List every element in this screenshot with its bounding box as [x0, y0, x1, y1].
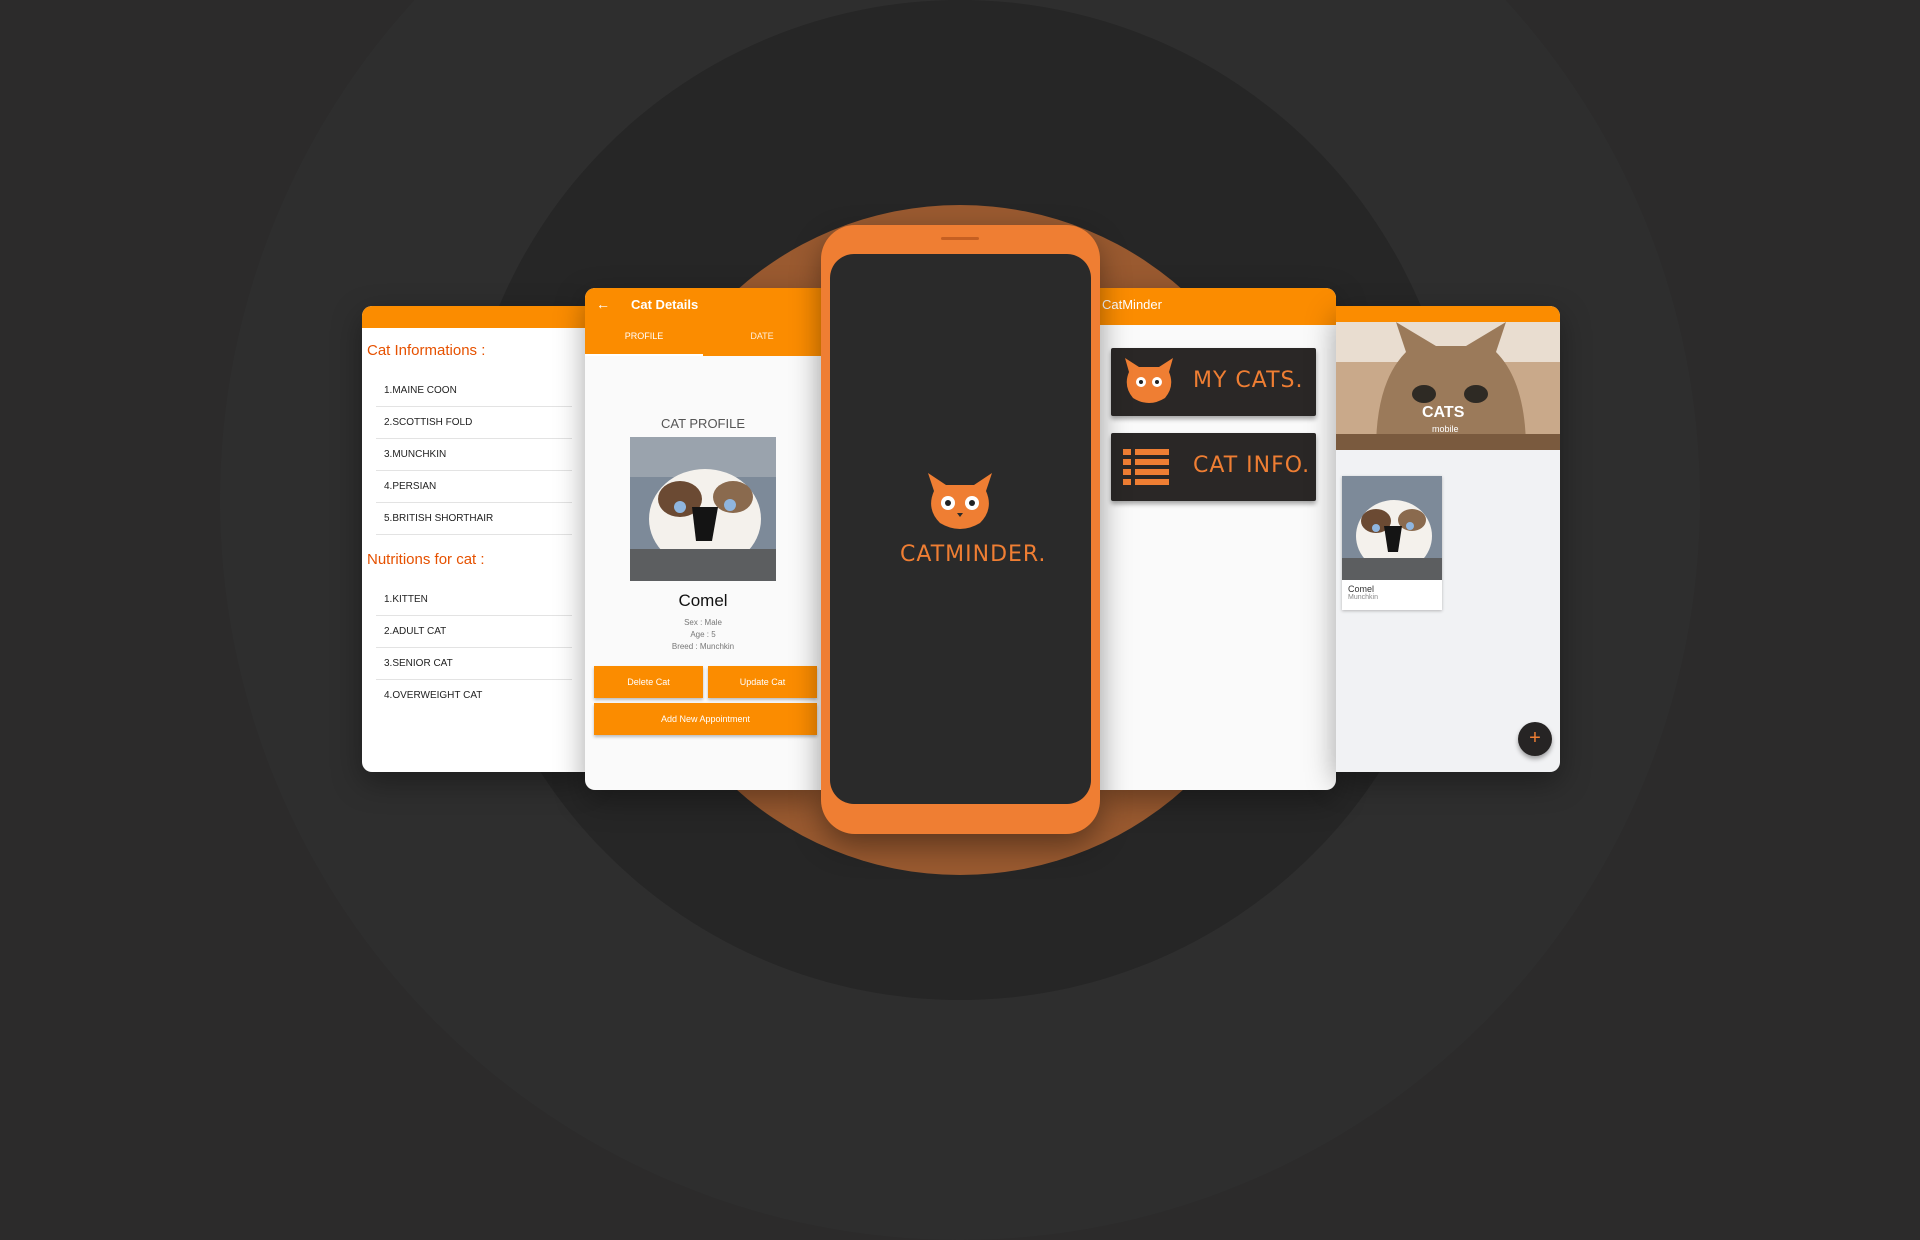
- logo-text: CATMINDER.: [900, 542, 1047, 567]
- delete-cat-button[interactable]: Delete Cat: [594, 666, 703, 698]
- cat-logo-icon: [920, 471, 1000, 538]
- update-cat-button[interactable]: Update Cat: [708, 666, 817, 698]
- cat-info-button[interactable]: CAT INFO.: [1111, 433, 1316, 501]
- status-bar: [1336, 306, 1560, 322]
- tab-profile[interactable]: PROFILE: [585, 320, 703, 356]
- breeds-list: 1.MAINE COON 2.SCOTTISH FOLD 3.MUNCHKIN …: [376, 375, 572, 535]
- phone-mockup: CATMINDER.: [821, 225, 1100, 834]
- my-cats-label: MY CATS.: [1193, 368, 1304, 393]
- splash-screen: CATMINDER.: [830, 254, 1091, 804]
- list-item[interactable]: 4.PERSIAN: [376, 471, 572, 503]
- list-item[interactable]: 2.SCOTTISH FOLD: [376, 407, 572, 439]
- tab-date[interactable]: DATE: [703, 320, 821, 356]
- list-item[interactable]: 1.KITTEN: [376, 584, 572, 616]
- status-bar: [362, 306, 586, 328]
- arrow-back-icon[interactable]: ←: [589, 296, 617, 312]
- cat-name: Comel: [678, 591, 728, 610]
- app-bar: ← Cat Details PROFILE DATE: [585, 288, 821, 356]
- menu-screen: CatMinder MY CATS. CAT INFO.: [1100, 288, 1336, 790]
- cat-info-screen: Cat Informations : 1.MAINE COON 2.SCOTTI…: [362, 306, 586, 772]
- app-logo: CATMINDER.: [900, 471, 1047, 567]
- list-item[interactable]: 3.MUNCHKIN: [376, 439, 572, 471]
- list-item[interactable]: 3.SENIOR CAT: [376, 648, 572, 680]
- list-item[interactable]: 2.ADULT CAT: [376, 616, 572, 648]
- cat-info-label: CAT INFO.: [1193, 453, 1311, 478]
- cat-head-icon: [1121, 356, 1177, 413]
- profile-title: CAT PROFILE: [660, 416, 746, 431]
- cat-breed: Breed : Munchkin: [671, 642, 735, 651]
- list-icon: [1123, 447, 1169, 492]
- cat-details-screen: ← Cat Details PROFILE DATE CAT PROFILE C…: [585, 288, 821, 790]
- list-item[interactable]: 1.MAINE COON: [376, 375, 572, 407]
- card-cat-breed: Munchkin: [1348, 594, 1378, 601]
- cat-sex: Sex : Male: [684, 618, 722, 627]
- nutrition-heading: Nutritions for cat :: [367, 551, 485, 568]
- nutrition-list: 1.KITTEN 2.ADULT CAT 3.SENIOR CAT 4.OVER…: [376, 584, 572, 711]
- page-title: Cat Details: [631, 296, 699, 312]
- cat-thumbnail: [1342, 476, 1442, 580]
- cat-meta: Sex : Male Age : 5 Breed : Munchkin: [585, 617, 821, 653]
- breeds-heading: Cat Informations :: [367, 342, 486, 359]
- cat-age: Age : 5: [690, 630, 716, 639]
- add-cat-fab[interactable]: +: [1518, 722, 1552, 756]
- add-appointment-button[interactable]: Add New Appointment: [594, 703, 817, 735]
- hero-banner: CATS mobile: [1336, 322, 1560, 450]
- cat-card[interactable]: Comel Munchkin: [1342, 476, 1442, 610]
- list-item[interactable]: 4.OVERWEIGHT CAT: [376, 680, 572, 711]
- app-bar: CatMinder: [1100, 288, 1336, 325]
- cat-photo: [630, 437, 776, 581]
- my-cats-button[interactable]: MY CATS.: [1111, 348, 1316, 416]
- phone-speaker: [941, 237, 979, 240]
- list-item[interactable]: 5.BRITISH SHORTHAIR: [376, 503, 572, 535]
- cat-list-screen: CATS mobile Comel Munchkin +: [1336, 306, 1560, 772]
- hero-title: CATS: [1422, 404, 1465, 421]
- tab-bar: PROFILE DATE: [585, 320, 821, 356]
- hero-subtitle: mobile: [1432, 424, 1459, 434]
- card-cat-name: Comel: [1348, 584, 1375, 594]
